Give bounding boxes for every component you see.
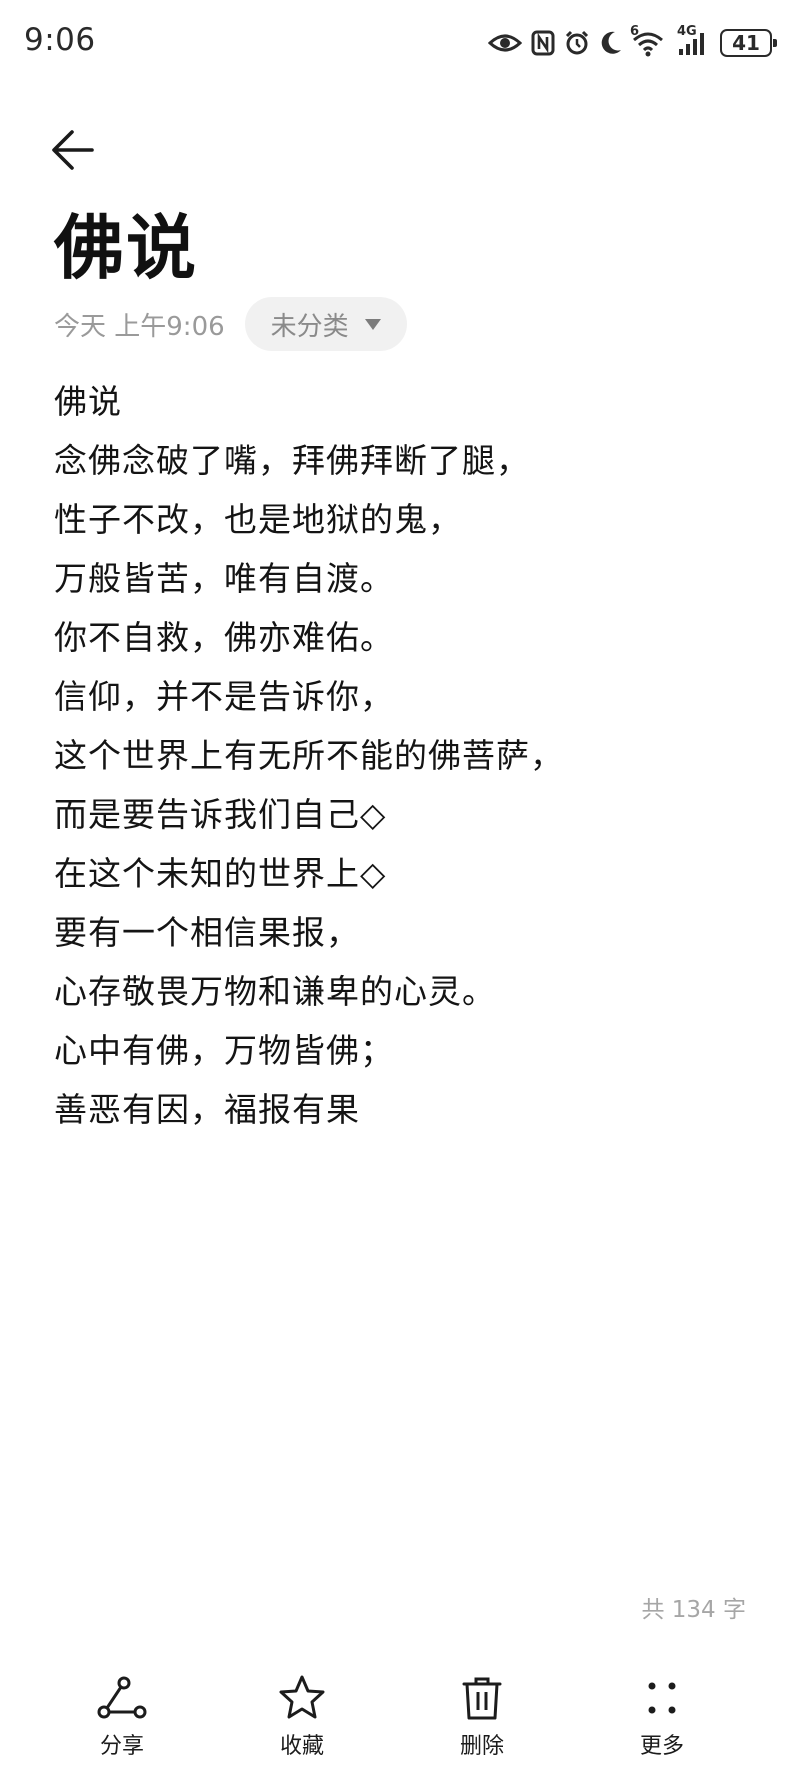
more-grid-icon — [648, 1682, 676, 1714]
note-line: 在这个未知的世界上◇ — [54, 854, 387, 893]
trash-icon — [462, 1677, 502, 1720]
note-meta: 今天 上午9:06 未分类 — [54, 296, 407, 352]
word-count: 共 134 字 — [641, 1597, 746, 1623]
note-line: 信仰，并不是告诉你， — [54, 677, 394, 716]
moon-icon — [601, 31, 621, 54]
delete-label: 删除 — [459, 1734, 504, 1759]
note-line: 而是要告诉我们自己◇ — [54, 795, 387, 834]
more-button[interactable]: 更多 — [602, 1674, 722, 1760]
category-label: 未分类 — [270, 311, 349, 342]
favorite-button[interactable]: 收藏 — [242, 1674, 362, 1760]
share-button[interactable]: 分享 — [62, 1674, 182, 1760]
status-time: 9:06 — [24, 22, 96, 58]
arrow-left-icon — [52, 130, 94, 170]
signal-icon: 4G — [677, 25, 711, 57]
note-line: 你不自救，佛亦难佑。 — [54, 618, 394, 657]
share-label: 分享 — [99, 1734, 144, 1759]
note-line: 这个世界上有无所不能的佛菩萨， — [54, 736, 564, 775]
caret-down-icon — [364, 318, 381, 330]
share-icon — [97, 1676, 147, 1719]
note-date: 今天 上午9:06 — [54, 311, 225, 342]
bottom-toolbar: 分享 收藏 删除 更多 — [0, 1664, 800, 1778]
note-line: 善恶有因，福报有果 — [54, 1090, 360, 1129]
wifi-badge: 6 — [630, 24, 640, 39]
note-line: 心存敬畏万物和谦卑的心灵。 — [54, 972, 496, 1011]
star-icon — [279, 1675, 325, 1719]
alarm-icon — [565, 30, 589, 55]
note-line: 要有一个相信果报， — [54, 913, 360, 952]
battery-icon: 41 — [720, 29, 777, 57]
battery-level: 41 — [732, 31, 760, 55]
more-label: 更多 — [639, 1734, 684, 1759]
eye-icon — [488, 34, 522, 52]
favorite-label: 收藏 — [279, 1734, 324, 1759]
wifi-icon: 6 — [630, 25, 668, 57]
note-title[interactable]: 佛说 — [54, 206, 198, 290]
note-line: 心中有佛，万物皆佛； — [54, 1031, 394, 1070]
nfc-icon — [531, 30, 555, 56]
category-dropdown[interactable]: 未分类 — [244, 297, 407, 351]
delete-button[interactable]: 删除 — [422, 1674, 542, 1760]
status-icons: 6 4G 41 — [488, 24, 777, 62]
note-line: 念佛念破了嘴，拜佛拜断了腿， — [54, 441, 530, 480]
status-bar: 9:06 6 4G 41 — [0, 0, 800, 86]
note-body[interactable]: 佛说念佛念破了嘴，拜佛拜断了腿， 性子不改，也是地狱的鬼， 万般皆苦，唯有自渡。 你不… — [54, 372, 754, 1139]
note-line: 性子不改，也是地狱的鬼， — [54, 500, 462, 539]
note-line: 佛说 — [54, 382, 122, 421]
note-line: 万般皆苦，唯有自渡。 — [54, 559, 394, 598]
back-button[interactable] — [46, 118, 110, 182]
